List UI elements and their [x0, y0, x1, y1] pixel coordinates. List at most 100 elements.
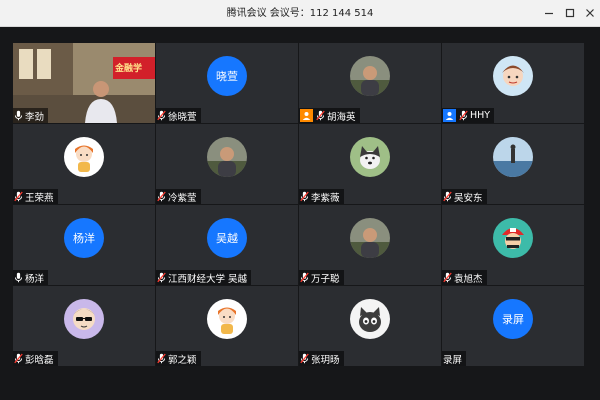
participant-tile[interactable]: 吴安东 [442, 124, 584, 204]
cartoon-girl-icon [64, 137, 104, 177]
participant-tile[interactable]: 胡海英 [299, 43, 441, 123]
minimize-button[interactable] [540, 4, 558, 22]
name-label-bar: 张玥旸 [299, 351, 344, 366]
microphone-muted-icon [443, 191, 452, 202]
minimize-icon [545, 12, 553, 15]
participant-tile[interactable]: 李紫薇 [299, 124, 441, 204]
mic-glyph [443, 191, 452, 202]
microphone-muted-icon [157, 191, 166, 202]
participant-name: 江西财经大学 吴越 [168, 273, 248, 285]
mic-glyph [300, 191, 309, 202]
microphone-muted-icon [14, 353, 23, 364]
participant-tile[interactable]: 王荣燕 [13, 124, 155, 204]
meeting-stage: 金融学 李劲 晓萱 徐晓萱 胡海英 HHY 王荣燕 冷紫莹 李紫薇 吴安东 杨洋 杨洋 吴越 江西财经大学… [0, 27, 600, 400]
name-label-bar: 彭晗磊 [13, 351, 58, 366]
mic-glyph [459, 110, 468, 121]
participant-name: HHY [470, 110, 491, 121]
mic-glyph [14, 353, 23, 364]
user-icon [302, 112, 311, 120]
name-label-bar: 李紫薇 [299, 189, 344, 204]
microphone-muted-icon [443, 272, 452, 283]
participant-name: 冷紫莹 [168, 192, 197, 204]
cartoon-girl-icon [207, 299, 247, 339]
microphone-muted-icon [459, 110, 468, 121]
participant-name: 徐晓萱 [168, 111, 197, 123]
participant-tile[interactable]: HHY [442, 43, 584, 123]
microphone-muted-icon [157, 353, 166, 364]
avatar [493, 137, 533, 177]
microphone-icon [14, 110, 23, 121]
participant-tile[interactable]: 金融学李劲 [13, 43, 155, 123]
microphone-muted-icon [157, 110, 166, 121]
name-label-bar: 冷紫莹 [156, 189, 201, 204]
avatar [207, 137, 247, 177]
participant-tile[interactable]: 袁旭杰 [442, 205, 584, 285]
mic-glyph [443, 272, 452, 283]
participant-tile[interactable]: 晓萱徐晓萱 [156, 43, 298, 123]
participant-name: 张玥旸 [311, 354, 340, 366]
cartoon-cat-icon [350, 299, 390, 339]
participant-tile[interactable]: 张玥旸 [299, 286, 441, 366]
photo-avatar-icon [207, 137, 247, 177]
video-sign-text: 金融学 [115, 64, 143, 74]
mic-glyph [300, 272, 309, 283]
microphone-muted-icon [300, 272, 309, 283]
participant-name: 吴安东 [454, 192, 483, 204]
mic-glyph [14, 272, 23, 283]
role-badge-icon [443, 109, 456, 122]
avatar [493, 218, 533, 258]
participant-name: 杨洋 [25, 273, 45, 285]
window-titlebar: 腾讯会议 会议号：112 144 514 [0, 0, 600, 27]
participant-name: 万子聪 [311, 273, 340, 285]
participant-tile[interactable]: 吴越 江西财经大学 吴越 [156, 205, 298, 285]
mic-glyph [300, 353, 309, 364]
mic-glyph [157, 353, 166, 364]
participant-tile[interactable]: 杨洋 杨洋 [13, 205, 155, 285]
avatar [350, 137, 390, 177]
participant-name: 胡海英 [327, 111, 356, 123]
microphone-muted-icon [300, 353, 309, 364]
participant-tile[interactable]: 冷紫莹 [156, 124, 298, 204]
avatar: 杨洋 [64, 218, 104, 258]
participant-name: 李劲 [25, 111, 45, 123]
participant-name: 李紫薇 [311, 192, 340, 204]
name-label-bar: 李劲 [13, 108, 49, 123]
avatar: 晓萱 [207, 56, 247, 96]
avatar [350, 218, 390, 258]
mic-glyph [157, 110, 166, 121]
name-label-bar: 杨洋 [13, 270, 49, 285]
maximize-button[interactable] [561, 4, 579, 22]
microphone-icon [14, 272, 23, 283]
participant-tile[interactable]: 录屏 录屏 [442, 286, 584, 366]
avatar [207, 299, 247, 339]
name-label-bar: 江西财经大学 吴越 [156, 270, 252, 285]
name-label-bar: 袁旭杰 [442, 270, 487, 285]
name-label-bar: 录屏 [442, 351, 467, 366]
close-button[interactable] [581, 4, 599, 22]
user-icon [445, 112, 454, 120]
close-icon [586, 9, 594, 17]
participant-name: 郭之颖 [168, 354, 197, 366]
participant-tile[interactable]: 彭晗磊 [13, 286, 155, 366]
participant-grid: 金融学 李劲 晓萱 徐晓萱 胡海英 HHY 王荣燕 冷紫莹 李紫薇 吴安东 杨洋 杨洋 吴越 江西财经大学… [13, 43, 584, 366]
mic-glyph [157, 272, 166, 283]
mic-glyph [316, 110, 325, 121]
avatar [64, 299, 104, 339]
maximize-icon [565, 8, 575, 18]
participant-tile[interactable]: 万子聪 [299, 205, 441, 285]
microphone-muted-icon [300, 191, 309, 202]
name-label-bar: 王荣燕 [13, 189, 58, 204]
avatar: 录屏 [493, 299, 533, 339]
name-label-bar: 徐晓萱 [156, 108, 201, 123]
cartoon-mario-icon [493, 218, 533, 258]
photo-avatar-icon [350, 218, 390, 258]
participant-tile[interactable]: 郭之颖 [156, 286, 298, 366]
name-label-bar: 吴安东 [442, 189, 487, 204]
avatar [493, 56, 533, 96]
participant-name: 王荣燕 [25, 192, 54, 204]
avatar [350, 56, 390, 96]
participant-name: 录屏 [443, 354, 463, 366]
seaside-photo-icon [493, 137, 533, 177]
mic-glyph [14, 110, 23, 121]
participant-name: 袁旭杰 [454, 273, 483, 285]
